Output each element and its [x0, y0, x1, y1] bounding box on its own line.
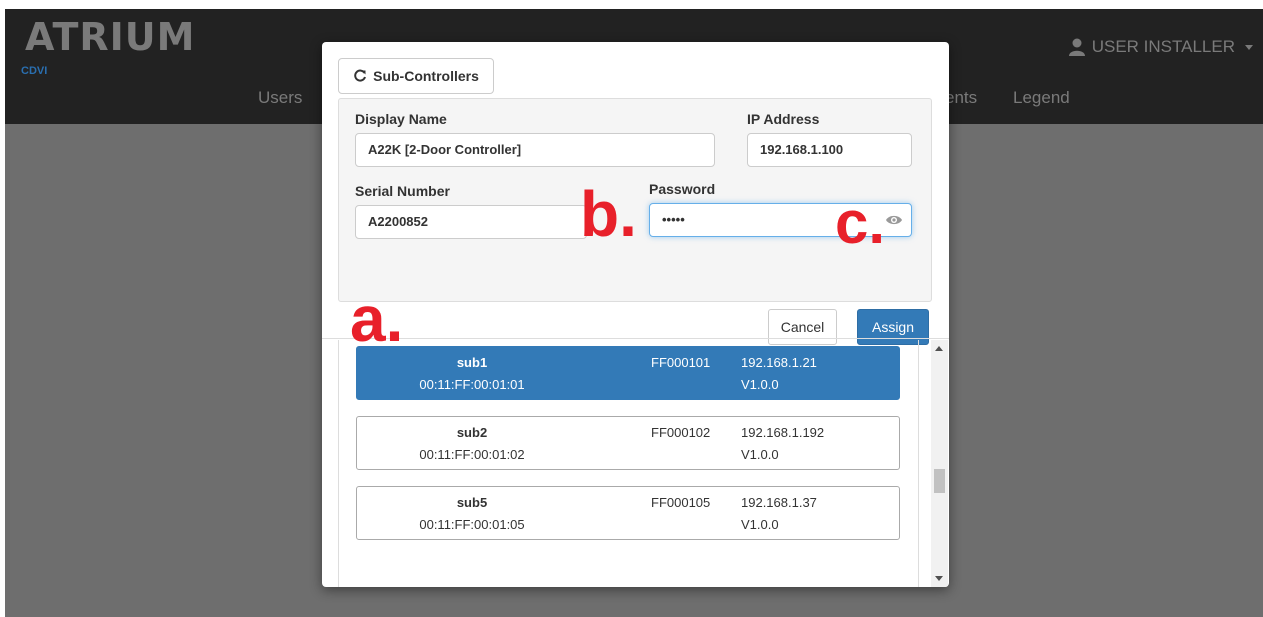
password-value: ••••• — [662, 212, 685, 227]
item-name: sub5 — [456, 495, 488, 510]
serial-number-field[interactable]: A2200852 — [355, 205, 587, 239]
item-name: sub1 — [456, 355, 488, 370]
ip-address-label: IP Address — [747, 111, 820, 127]
serial-number-label: Serial Number — [355, 183, 450, 199]
section-divider — [322, 338, 949, 339]
sub-controller-item-sub2[interactable]: sub2 00:11:FF:00:01:02 FF000102 192.168.… — [356, 416, 900, 470]
sub-controller-item-sub5[interactable]: sub5 00:11:FF:00:01:05 FF000105 192.168.… — [356, 486, 900, 540]
sub-controllers-label: Sub-Controllers — [373, 68, 479, 84]
user-menu[interactable]: USER INSTALLER — [1068, 37, 1253, 57]
sub-controllers-modal: Sub-Controllers Display Name A22K [2-Doo… — [322, 42, 949, 587]
atrium-logo: ATRIUM — [25, 15, 196, 59]
user-icon — [1068, 38, 1085, 56]
item-serial: FF000105 — [651, 495, 711, 510]
item-name: sub2 — [456, 425, 488, 440]
item-version: V1.0.0 — [741, 517, 779, 532]
item-serial: FF000101 — [651, 355, 711, 370]
item-ip: 192.168.1.21 — [741, 355, 817, 370]
item-mac: 00:11:FF:00:01:05 — [419, 517, 525, 532]
item-serial: FF000102 — [651, 425, 711, 440]
sub-controller-item-sub1[interactable]: sub1 00:11:FF:00:01:01 FF000101 192.168.… — [356, 346, 900, 400]
annotation-a: a. — [350, 283, 404, 355]
list-scrollbar[interactable] — [931, 340, 948, 587]
scroll-down-arrow-icon[interactable] — [935, 576, 943, 581]
user-name: USER INSTALLER — [1091, 37, 1235, 56]
caret-down-icon — [1245, 44, 1253, 50]
display-name-field[interactable]: A22K [2-Door Controller] — [355, 133, 715, 167]
item-mac: 00:11:FF:00:01:02 — [419, 447, 525, 462]
nav-events[interactable]: ents — [945, 88, 977, 108]
sub-controllers-refresh-button[interactable]: Sub-Controllers — [338, 58, 494, 94]
scroll-up-arrow-icon[interactable] — [935, 346, 943, 351]
ip-address-field[interactable]: 192.168.1.100 — [747, 133, 912, 167]
item-ip: 192.168.1.37 — [741, 495, 817, 510]
display-name-label: Display Name — [355, 111, 447, 127]
annotation-b: b. — [580, 178, 637, 250]
nav-users[interactable]: Users — [258, 88, 302, 108]
item-mac: 00:11:FF:00:01:01 — [419, 377, 525, 392]
sub-controller-list[interactable]: sub1 00:11:FF:00:01:01 FF000101 192.168.… — [338, 340, 919, 587]
item-version: V1.0.0 — [741, 377, 779, 392]
annotation-c: c. — [835, 189, 886, 256]
item-ip: 192.168.1.192 — [741, 425, 825, 440]
cdvi-logo: CDVI — [21, 65, 48, 77]
password-label: Password — [649, 181, 716, 197]
scrollbar-thumb[interactable] — [934, 469, 945, 493]
item-version: V1.0.0 — [741, 447, 779, 462]
refresh-icon — [354, 69, 367, 82]
show-password-eye-icon[interactable] — [885, 213, 903, 227]
nav-legend[interactable]: Legend — [1013, 88, 1070, 108]
